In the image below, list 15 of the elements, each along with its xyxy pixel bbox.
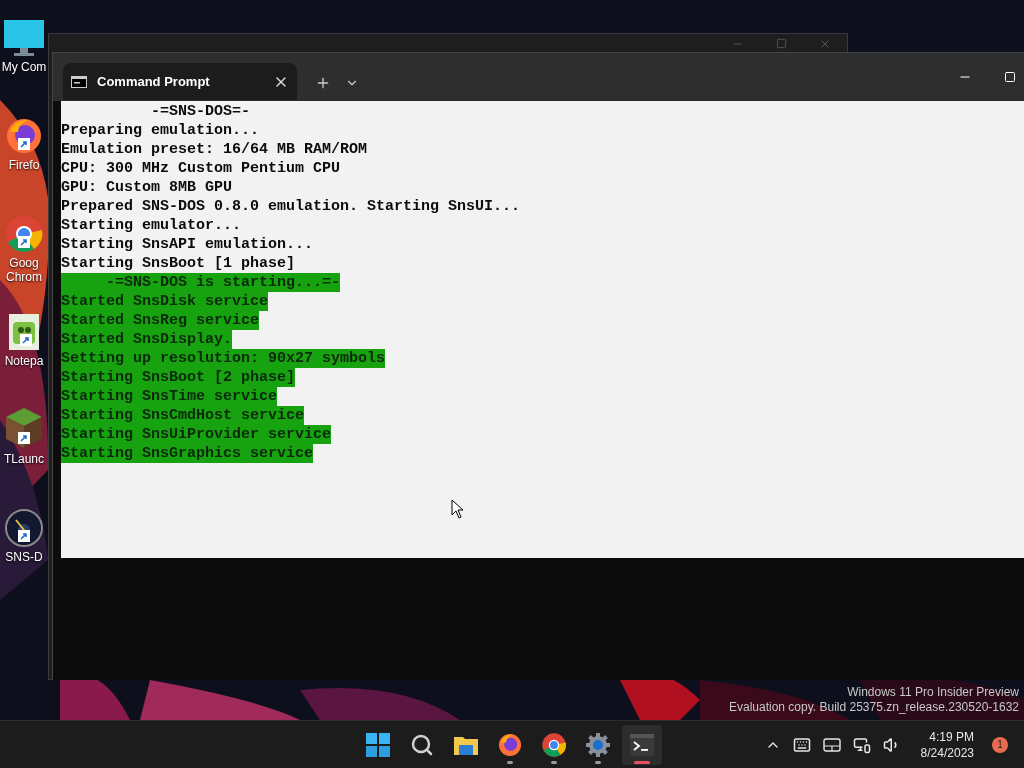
- notification-badge[interactable]: 1: [992, 736, 1008, 753]
- console-line: -=SNS-DOS=-: [150, 102, 251, 121]
- console-line: Starting SnsAPI emulation...: [61, 235, 314, 254]
- console-line: CPU: 300 MHz Custom Pentium CPU: [61, 159, 341, 178]
- watermark-text: Evaluation copy. Build 25375.zn_release.230520-1632: [729, 700, 1019, 715]
- console-line: Starting emulator...: [61, 216, 242, 235]
- watermark-text: Windows 11 Pro Insider Preview: [847, 685, 1019, 700]
- console-line: Emulation preset: 16/64 MB RAM/ROM: [61, 140, 368, 159]
- console-line: GPU: Custom 8MB GPU: [61, 178, 233, 197]
- clock[interactable]: 4:19 PM 8/24/2023: [920, 728, 974, 761]
- tab[interactable]: Command Prompt: [63, 63, 297, 100]
- console-line: Preparing emulation...: [61, 121, 260, 140]
- console-line: Starting SnsBoot [1 phase]: [61, 254, 296, 273]
- tab-title: Command Prompt: [97, 72, 211, 91]
- console-line: Prepared SNS-DOS 0.8.0 emulation. Starting SnsUI...: [61, 197, 521, 216]
